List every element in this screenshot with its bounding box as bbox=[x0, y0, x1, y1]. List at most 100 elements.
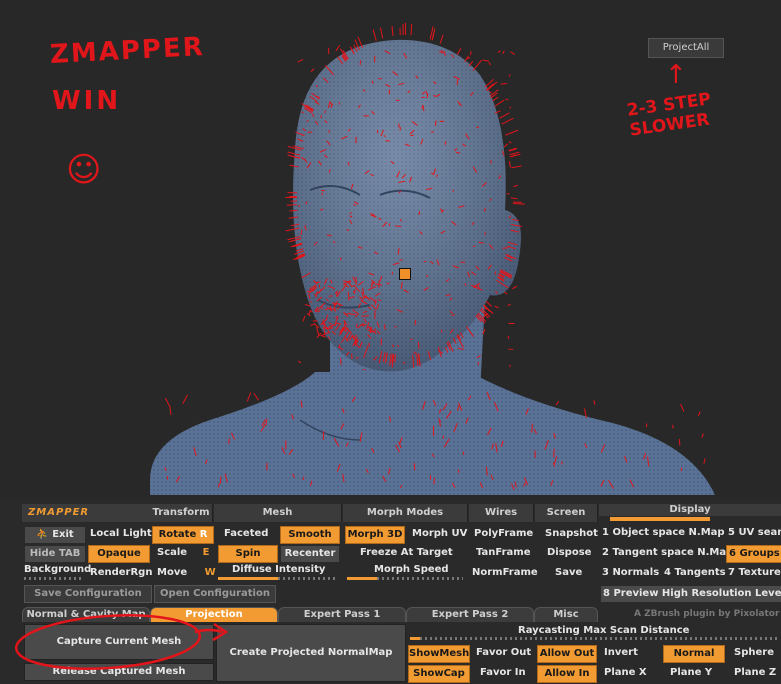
morph-speed-slider-label[interactable]: Morph Speed bbox=[372, 562, 464, 578]
create-projected-normalmap-button[interactable]: Create Projected NormalMap bbox=[216, 624, 406, 682]
plane-x-button[interactable]: Plane X bbox=[602, 665, 660, 681]
raycasting-scan-distance-track bbox=[420, 637, 780, 640]
annotation-arrow: ↑ bbox=[665, 60, 687, 90]
allow-out-button[interactable]: Allow Out bbox=[537, 645, 597, 663]
normal-hair bbox=[509, 151, 520, 156]
normal-hair bbox=[182, 394, 188, 404]
release-captured-mesh-button[interactable]: Release Captured Mesh bbox=[24, 663, 214, 681]
tab-expert-pass-2[interactable]: Expert Pass 2 bbox=[406, 607, 534, 622]
dispose-button[interactable]: Dispose bbox=[545, 545, 599, 561]
header-mesh: Mesh bbox=[214, 504, 342, 522]
display-uv-seams[interactable]: 5 UV seams bbox=[726, 525, 781, 541]
diffuse-intensity-slider[interactable] bbox=[218, 577, 278, 580]
faceted-button[interactable]: Faceted bbox=[222, 526, 278, 542]
invert-button[interactable]: Invert bbox=[602, 645, 660, 661]
freeze-at-target-button[interactable]: Freeze At Target bbox=[358, 545, 460, 561]
normal-hair bbox=[501, 117, 514, 125]
display-tangents[interactable]: 4 Tangents bbox=[662, 565, 726, 581]
move-button[interactable]: Move W bbox=[155, 565, 216, 581]
favor-in-button[interactable]: Favor In bbox=[478, 665, 536, 681]
display-tangent-space-nmap[interactable]: 2 Tangent space N.Map bbox=[600, 545, 733, 561]
3d-viewport[interactable]: ZMAPPER WIN ☺ ↑ 2-3 STEP SLOWER ProjectA… bbox=[0, 0, 781, 500]
morph-speed-track bbox=[377, 577, 463, 580]
normal-hair bbox=[308, 310, 311, 315]
scale-button[interactable]: Scale E bbox=[155, 545, 214, 561]
favor-out-button[interactable]: Favor Out bbox=[474, 645, 536, 661]
capture-current-mesh-button[interactable]: Capture Current Mesh bbox=[24, 624, 214, 660]
tab-normal-cavity-map[interactable]: Normal & Cavity Map bbox=[22, 607, 150, 622]
normal-hair bbox=[508, 74, 511, 77]
normal-hair bbox=[391, 26, 394, 37]
display-texture[interactable]: 7 Texture bbox=[726, 565, 781, 581]
background-slider-label[interactable]: Background bbox=[22, 562, 91, 578]
background-slider[interactable] bbox=[24, 577, 84, 580]
header-wires: Wires bbox=[469, 504, 534, 522]
normal-hair bbox=[508, 140, 512, 144]
display-object-space-nmap[interactable]: 1 Object space N.Map bbox=[600, 525, 725, 541]
normal-hair bbox=[499, 112, 510, 119]
tanframe-button[interactable]: TanFrame bbox=[474, 545, 534, 561]
project-all-button[interactable]: ProjectAll bbox=[648, 38, 724, 58]
normal-hair bbox=[510, 51, 516, 55]
normal-hair bbox=[472, 59, 483, 71]
normal-hair bbox=[497, 50, 502, 53]
normal-hair bbox=[512, 202, 525, 205]
plane-y-button[interactable]: Plane Y bbox=[668, 665, 728, 681]
display-progress bbox=[610, 517, 710, 521]
normal-hair bbox=[490, 92, 498, 99]
morph-speed-slider[interactable] bbox=[347, 577, 377, 580]
open-configuration-button[interactable]: Open Configuration bbox=[154, 585, 276, 603]
normal-hair bbox=[304, 303, 311, 307]
morph-uv-button[interactable]: Morph UV bbox=[410, 526, 467, 542]
sphere-button[interactable]: Sphere bbox=[732, 645, 781, 661]
normal-hair bbox=[488, 62, 491, 66]
pivot-handle[interactable] bbox=[399, 268, 411, 280]
polyframe-button[interactable]: PolyFrame bbox=[472, 526, 534, 542]
showcap-button[interactable]: ShowCap bbox=[408, 665, 470, 683]
normal-hair bbox=[339, 358, 342, 365]
diffuse-intensity-slider-label[interactable]: Diffuse Intensity bbox=[230, 562, 332, 578]
normal-hair bbox=[486, 81, 498, 91]
snapshot-button[interactable]: Snapshot bbox=[543, 526, 599, 542]
hide-tab-button[interactable]: Hide TAB bbox=[24, 545, 86, 563]
save-configuration-button[interactable]: Save Configuration bbox=[24, 585, 152, 603]
normal-hair bbox=[440, 329, 443, 333]
display-normals[interactable]: 3 Normals bbox=[600, 565, 662, 581]
normal-hair bbox=[445, 294, 451, 296]
display-groups[interactable]: 6 Groups bbox=[726, 545, 781, 563]
normal-hair bbox=[321, 305, 323, 310]
rotate-button[interactable]: Rotate R bbox=[152, 526, 214, 544]
normal-hair bbox=[510, 197, 518, 200]
normal-hair bbox=[502, 50, 505, 55]
recenter-button[interactable]: Recenter bbox=[280, 545, 340, 563]
normal-hair bbox=[394, 354, 396, 363]
preview-high-res-button[interactable]: 8 Preview High Resolution Level bbox=[600, 585, 781, 603]
opaque-button[interactable]: Opaque bbox=[88, 545, 150, 563]
annotation-smiley: ☺ bbox=[66, 150, 102, 190]
normal-hair bbox=[302, 315, 306, 322]
raycasting-scan-distance-slider[interactable] bbox=[410, 637, 420, 640]
plane-z-button[interactable]: Plane Z bbox=[732, 665, 781, 681]
normal-hair bbox=[512, 285, 518, 290]
render-rgn-button[interactable]: RenderRgn bbox=[88, 565, 152, 581]
smooth-button[interactable]: Smooth bbox=[280, 526, 340, 544]
normal-hair bbox=[513, 184, 519, 188]
allow-in-button[interactable]: Allow In bbox=[537, 665, 597, 683]
normal-hair bbox=[389, 416, 391, 423]
screen-save-button[interactable]: Save bbox=[553, 565, 599, 581]
normal-hair bbox=[466, 57, 471, 59]
tab-projection[interactable]: Projection bbox=[150, 607, 278, 622]
tab-misc[interactable]: Misc bbox=[534, 607, 598, 622]
local-light-button[interactable]: Local Light bbox=[88, 526, 152, 542]
tab-expert-pass-1[interactable]: Expert Pass 1 bbox=[278, 607, 406, 622]
normal-hair bbox=[361, 315, 369, 317]
spin-button[interactable]: Spin bbox=[218, 545, 278, 563]
normal-button[interactable]: Normal bbox=[663, 645, 725, 663]
exit-button[interactable]: ⛹ Exit bbox=[24, 526, 86, 544]
normal-hair bbox=[301, 156, 303, 160]
showmesh-button[interactable]: ShowMesh bbox=[408, 645, 470, 663]
normframe-button[interactable]: NormFrame bbox=[470, 565, 538, 581]
morph-3d-button[interactable]: Morph 3D bbox=[345, 526, 405, 544]
normal-hair bbox=[506, 255, 511, 257]
header-display: Display bbox=[599, 504, 781, 516]
